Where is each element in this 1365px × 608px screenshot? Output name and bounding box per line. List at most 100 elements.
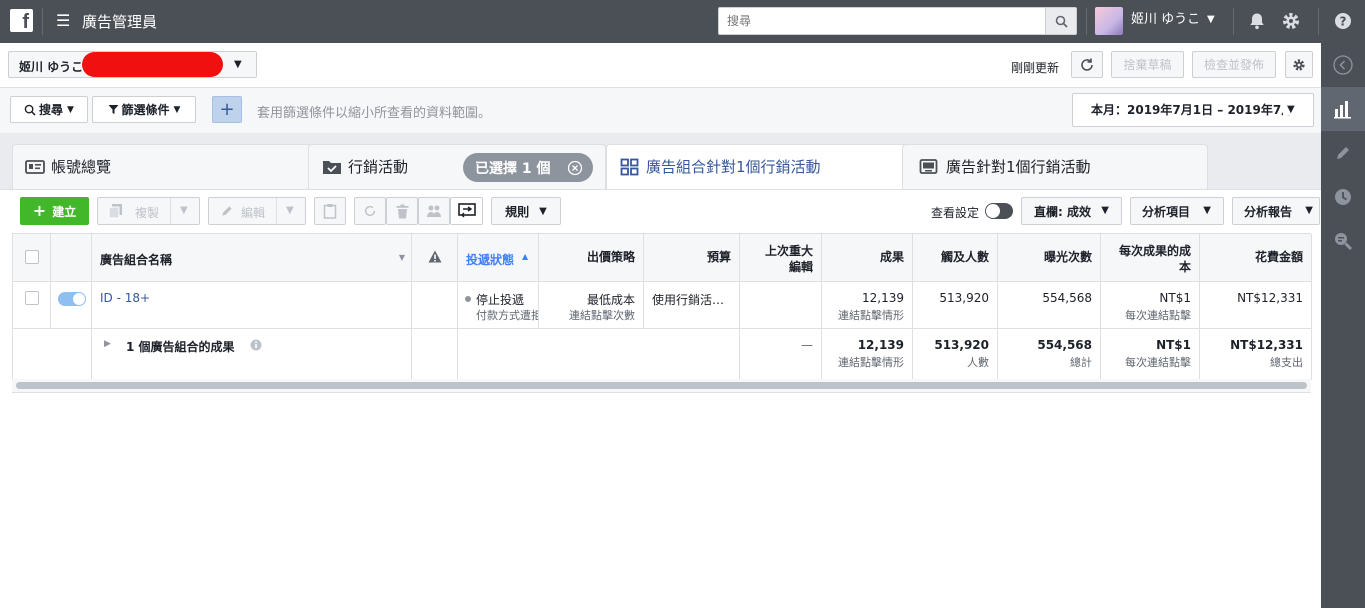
filters-button[interactable]: 篩選條件 ▼ [92, 96, 196, 123]
delivery-status-detail: 付款方式遭拒 [476, 309, 539, 322]
notifications-bell-icon[interactable] [1246, 10, 1268, 32]
reports-button[interactable]: 分析報告 ▼ [1232, 197, 1320, 225]
summary-row-reach-cell: 513,920 人數 [913, 329, 998, 380]
select-all-cell [13, 234, 51, 282]
help-icon[interactable]: ? [1332, 10, 1354, 32]
breakdown-button[interactable]: 分析項目 ▼ [1130, 197, 1224, 225]
summary-row-spend-cell: NT$12,331 總支出 [1200, 329, 1312, 380]
edit-pencil-icon[interactable] [1321, 131, 1365, 175]
results-detail: 連結點擊情形 [838, 309, 904, 322]
tab-label: 廣告組合針對1個行銷活動 [646, 158, 821, 176]
user-name[interactable]: 姬川 ゆうこ [1131, 12, 1200, 28]
column-header-budget[interactable]: 預算 [644, 234, 740, 282]
select-all-checkbox[interactable] [25, 250, 39, 264]
toggle-header-cell [51, 234, 92, 282]
column-header-label: 出價策略 [586, 250, 635, 264]
table-row-last-edit-cell [740, 282, 822, 329]
create-button[interactable]: + 建立 [20, 197, 89, 225]
table-row-reach-cell: 513,920 [913, 282, 998, 329]
adset-name-link[interactable]: ID - 18+ [100, 291, 150, 305]
adset-on-off-toggle[interactable] [58, 292, 86, 306]
tab-ads[interactable]: 廣告針對1個行銷活動 [902, 144, 1208, 189]
edit-button[interactable]: 編輯 ▼ [208, 197, 306, 225]
duplicate-button[interactable]: 複製 ▼ [97, 197, 200, 225]
search-input[interactable] [719, 8, 1045, 34]
chevron-down-icon: ▼ [1305, 205, 1313, 216]
inspect-magnifier-icon[interactable] [1321, 219, 1365, 263]
table-row-budget-cell: 使用行銷活… [644, 282, 740, 329]
column-header-results[interactable]: 成果 [822, 234, 913, 282]
column-header-bid-strategy[interactable]: 出價策略 [539, 234, 644, 282]
columns-button[interactable]: 直欄: 成效 ▼ [1021, 197, 1122, 225]
chevron-down-icon: ▼ [1203, 205, 1211, 216]
menu-icon[interactable]: ☰ [56, 13, 70, 29]
toggle-knob [73, 293, 85, 305]
revert-button[interactable] [354, 197, 386, 225]
refresh-button[interactable] [1071, 51, 1103, 78]
facebook-logo-icon[interactable]: f [10, 9, 33, 32]
gear-icon [1293, 58, 1305, 71]
info-icon[interactable] [250, 339, 262, 351]
date-range-picker[interactable]: 本月：2019年7月1日 – 2019年7月 [1072, 93, 1314, 127]
delivery-status: 停止投遞 [476, 293, 525, 307]
edit-pencil-icon [222, 206, 232, 216]
audience-button[interactable] [418, 197, 450, 225]
chevron-down-icon[interactable]: ▼ [1283, 104, 1295, 115]
expand-caret-icon[interactable]: ▶ [104, 339, 111, 349]
summary-label: 1 個廣告組合的成果 [126, 340, 235, 354]
cost-per-result-detail: 每次連結點擊 [1125, 309, 1191, 322]
column-header-delivery[interactable]: 投遞狀態 ▲ [458, 234, 539, 282]
create-label: 建立 [52, 204, 77, 219]
column-header-last-edit[interactable]: 上次重大 編輯 [740, 234, 822, 282]
delete-button[interactable] [386, 197, 418, 225]
column-header-label: 廣告組合名稱 [100, 253, 173, 267]
divider [42, 8, 43, 35]
discard-drafts-button[interactable]: 捨棄草稿 [1111, 51, 1184, 78]
view-setting-toggle[interactable] [985, 203, 1013, 219]
table-row-name-cell: ID - 18+ [92, 282, 412, 329]
search-icon [24, 104, 36, 116]
scrollbar-thumb[interactable] [16, 382, 1307, 389]
column-header-impressions[interactable]: 曝光次數 [998, 234, 1101, 282]
gear-icon[interactable] [1280, 10, 1302, 32]
horizontal-scrollbar[interactable] [12, 379, 1311, 393]
ad-account-selector[interactable]: 姬川 ゆうこ ▼ [8, 51, 257, 78]
warning-icon [428, 250, 442, 263]
app-title[interactable]: 廣告管理員 [82, 13, 157, 31]
chevron-down-icon[interactable]: ▼ [1207, 14, 1215, 25]
avatar[interactable] [1095, 7, 1123, 35]
table-row-select-cell [13, 282, 51, 329]
selected-count-pill[interactable]: 已選擇 1 個 [463, 153, 593, 182]
performance-chart-icon[interactable] [1321, 87, 1365, 131]
clear-selection-icon[interactable] [567, 160, 583, 176]
tab-account-overview[interactable]: 帳號總覽 [12, 144, 312, 189]
column-header-label: 上次重大 [764, 244, 813, 258]
row-checkbox[interactable] [25, 291, 39, 305]
summary-reach: 513,920 [934, 338, 989, 352]
undo-icon [364, 205, 376, 217]
selected-count-label: 已選擇 1 個 [475, 161, 551, 177]
column-header-label: 成果 [879, 250, 904, 264]
column-header-label: 本 [1178, 260, 1191, 274]
ab-test-button[interactable] [450, 197, 483, 225]
column-header-reach[interactable]: 觸及人數 [913, 234, 998, 282]
column-header-cost-per-result[interactable]: 每次成果的成 本 [1101, 234, 1200, 282]
settings-button[interactable] [1285, 51, 1313, 78]
column-header-name[interactable]: 廣告組合名稱 ▼ [92, 234, 412, 282]
tab-adsets[interactable]: 廣告組合針對1個行銷活動 [606, 144, 912, 190]
collapse-sidebar-icon[interactable] [1321, 43, 1365, 87]
search-filter-button[interactable]: 搜尋 ▼ [10, 96, 88, 123]
people-icon [427, 205, 441, 217]
search-button[interactable] [1045, 8, 1076, 34]
add-filter-button[interactable]: + [212, 96, 242, 123]
funnel-icon [108, 105, 119, 114]
rules-button[interactable]: 規則 ▼ [491, 197, 561, 225]
adsets-table: 廣告組合名稱 ▼ 投遞狀態 ▲ 出價策略 預算 上次重大 編輯 成果 觸及人數 … [12, 233, 1312, 380]
history-clock-icon[interactable] [1321, 175, 1365, 219]
column-header-warnings[interactable] [412, 234, 458, 282]
column-header-amount-spent[interactable]: 花費金額 [1200, 234, 1312, 282]
sort-ascending-icon: ▲ [522, 252, 529, 261]
review-and-publish-button[interactable]: 檢查並發佈 [1192, 51, 1276, 78]
reach-value: 513,920 [939, 291, 989, 305]
paste-button[interactable] [314, 197, 346, 225]
